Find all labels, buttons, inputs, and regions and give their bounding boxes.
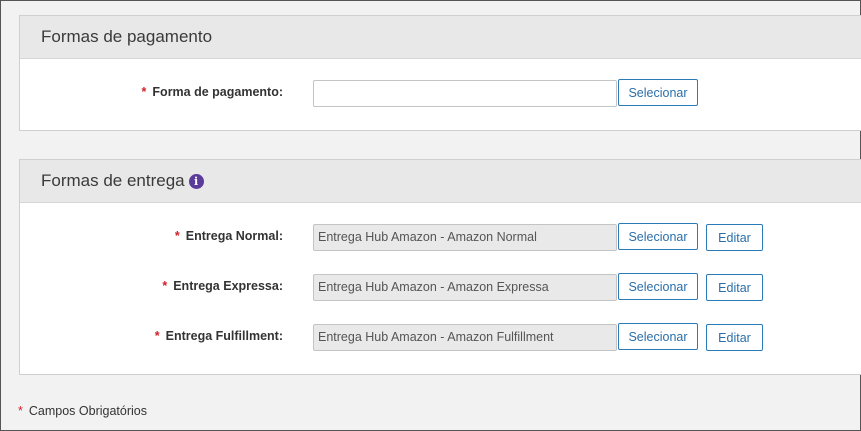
delivery-express-row: * Entrega Expressa: Entrega Hub Amazon - … xyxy=(20,273,861,302)
delivery-normal-field: Entrega Hub Amazon - Amazon Normal xyxy=(313,224,617,251)
delivery-normal-edit-button[interactable]: Editar xyxy=(706,224,763,251)
delivery-methods-panel: Formas de entrega i * Entrega Normal: Ent… xyxy=(19,159,861,375)
required-fields-note: * Campos Obrigatórios xyxy=(18,404,147,418)
delivery-express-label-text: Entrega Expressa: xyxy=(173,279,283,293)
delivery-fulfillment-label-text: Entrega Fulfillment: xyxy=(165,329,283,343)
payment-method-select-button[interactable]: Selecionar xyxy=(618,79,698,106)
payment-method-row: * Forma de pagamento: Selecionar xyxy=(20,79,861,108)
delivery-fulfillment-select-button[interactable]: Selecionar xyxy=(618,323,698,350)
payment-method-label: * Forma de pagamento: xyxy=(142,85,283,99)
payment-methods-title: Formas de pagamento xyxy=(41,27,213,46)
delivery-normal-select-button[interactable]: Selecionar xyxy=(618,223,698,250)
payment-method-input[interactable] xyxy=(313,80,617,107)
info-icon[interactable]: i xyxy=(188,173,204,189)
delivery-fulfillment-field: Entrega Hub Amazon - Amazon Fulfillment xyxy=(313,324,617,351)
delivery-express-edit-button[interactable]: Editar xyxy=(706,274,763,301)
delivery-fulfillment-label: * Entrega Fulfillment: xyxy=(155,329,283,343)
delivery-fulfillment-row: * Entrega Fulfillment: Entrega Hub Amazon… xyxy=(20,323,861,352)
required-marker: * xyxy=(162,279,168,293)
delivery-methods-header: Formas de entrega i xyxy=(20,160,861,203)
delivery-normal-label-text: Entrega Normal: xyxy=(185,229,283,243)
payment-methods-header: Formas de pagamento xyxy=(20,16,861,59)
delivery-express-select-button[interactable]: Selecionar xyxy=(618,273,698,300)
page-frame: Formas de pagamento * Forma de pagamento:… xyxy=(0,0,861,431)
delivery-fulfillment-edit-button[interactable]: Editar xyxy=(706,324,763,351)
delivery-normal-label: * Entrega Normal: xyxy=(175,229,283,243)
required-marker: * xyxy=(174,229,180,243)
delivery-express-field: Entrega Hub Amazon - Amazon Expressa xyxy=(313,274,617,301)
required-marker: * xyxy=(154,329,160,343)
payment-methods-panel: Formas de pagamento * Forma de pagamento:… xyxy=(19,15,861,131)
required-marker: * xyxy=(141,85,147,99)
delivery-normal-row: * Entrega Normal: Entrega Hub Amazon - Am… xyxy=(20,223,861,252)
required-marker: * xyxy=(18,404,23,418)
delivery-express-label: * Entrega Expressa: xyxy=(162,279,283,293)
payment-method-label-text: Forma de pagamento: xyxy=(152,85,283,99)
delivery-methods-title: Formas de entrega xyxy=(41,171,185,190)
required-fields-note-text: Campos Obrigatórios xyxy=(28,404,147,418)
